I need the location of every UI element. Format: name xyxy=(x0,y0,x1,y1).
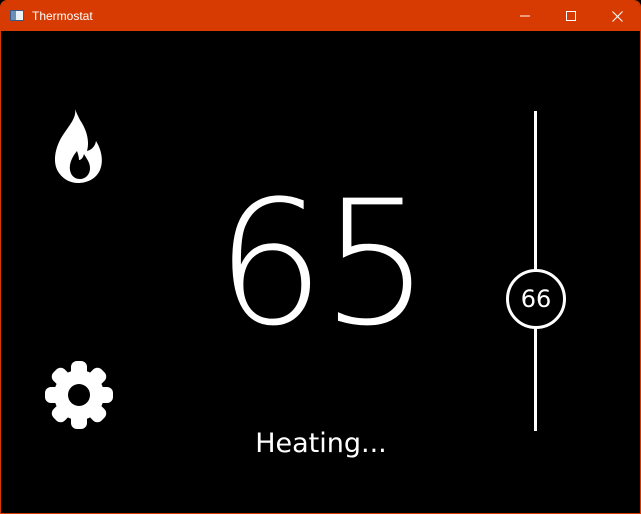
title-bar[interactable]: Thermostat xyxy=(1,1,640,31)
minimize-icon xyxy=(520,15,530,17)
minimize-button[interactable] xyxy=(502,1,548,31)
close-button[interactable] xyxy=(594,1,640,31)
setpoint-slider-thumb[interactable]: 66 xyxy=(506,269,566,329)
flame-icon[interactable] xyxy=(53,109,103,183)
heating-status: Heating... xyxy=(255,428,387,459)
app-icon xyxy=(10,10,24,21)
maximize-button[interactable] xyxy=(548,1,594,31)
window-title: Thermostat xyxy=(32,9,93,23)
thermostat-panel: 65 66 Heating... xyxy=(1,31,640,513)
maximize-icon xyxy=(566,11,576,21)
close-icon xyxy=(611,10,623,22)
gear-icon[interactable] xyxy=(43,359,115,431)
thermostat-window: Thermostat 65 66 Heating... xyxy=(0,0,641,514)
current-temperature: 65 xyxy=(215,163,431,364)
